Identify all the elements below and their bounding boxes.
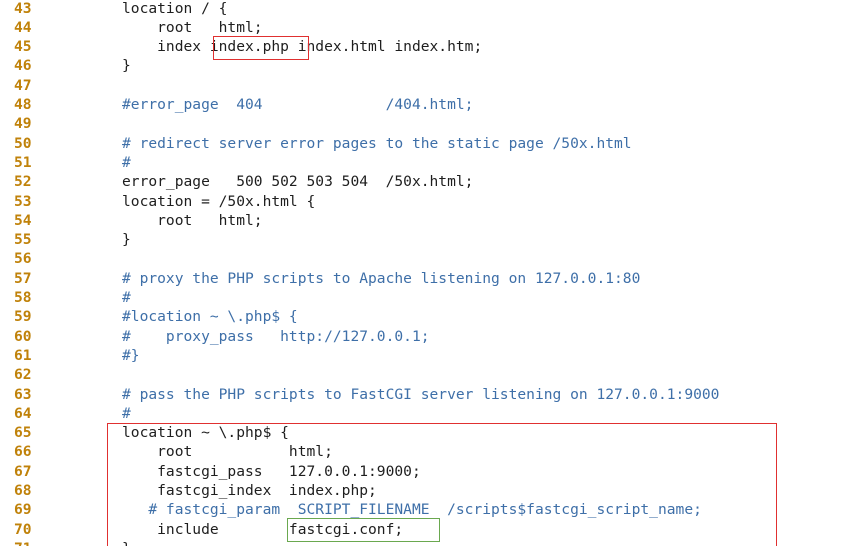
code-line: 69 # fastcgi_param SCRIPT_FILENAME /scri… [0,500,864,519]
line-number: 49 [14,115,32,133]
code-line: 49 [0,114,864,133]
code-text: root html; [122,443,333,461]
line-number: 64 [14,404,32,422]
line-number: 62 [14,366,32,384]
code-line: 65 location ~ \.php$ { [0,423,864,442]
line-number: 50 [14,134,32,152]
code-line: 45 index index.php index.html index.htm; [0,37,864,56]
code-text: location ~ \.php$ { [122,424,289,442]
code-text: include fastcgi.conf; [122,520,404,538]
code-comment: #} [122,346,140,364]
code-line: 43 location / { [0,0,864,18]
line-number: 45 [14,38,32,56]
code-line: 47 [0,76,864,95]
code-comment: #error_page 404 /404.html; [122,96,474,113]
code-line: 63 # pass the PHP scripts to FastCGI serv… [0,385,864,404]
code-line: 44 root html; [0,18,864,37]
line-number: 52 [14,173,32,191]
code-line: 61 #} [0,346,864,365]
code-comment: # proxy the PHP scripts to Apache listen… [122,269,641,287]
code-comment: # fastcgi_param SCRIPT_FILENAME /scripts… [122,501,702,519]
code-text: fastcgi_pass 127.0.0.1:9000; [122,462,421,480]
code-line: 67 fastcgi_pass 127.0.0.1:9000; [0,462,864,481]
code-text: error_page 500 502 503 504 /50x.html; [122,173,474,191]
code-line: 66 root html; [0,442,864,461]
code-comment: #location ~ \.php$ { [122,308,298,326]
line-number: 54 [14,211,32,229]
line-number: 56 [14,250,32,268]
code-comment: # [122,289,131,306]
line-number: 68 [14,482,32,499]
line-number: 63 [14,385,32,403]
code-line: 52 error_page 500 502 503 504 /50x.html; [0,172,864,191]
line-number: 46 [14,57,32,75]
line-number: 51 [14,153,32,171]
code-line: 58 # [0,288,864,307]
line-number: 67 [14,462,32,480]
line-number: 55 [14,231,32,249]
code-line: 48 #error_page 404 /404.html; [0,95,864,114]
code-editor[interactable]: 43 location / {44 root html; 45 index inde… [0,0,864,546]
code-line: 70 include fastcgi.conf; [0,520,864,539]
code-text: index index.php index.html index.htm; [122,38,483,56]
code-line: 46} [0,56,864,75]
code-comment: # pass the PHP scripts to FastCGI server… [122,385,720,403]
code-comment: # redirect server error pages to the sta… [122,134,632,152]
line-number: 60 [14,327,32,345]
code-line: 57 # proxy the PHP scripts to Apache list… [0,269,864,288]
code-line: 50 # redirect server error pages to the s… [0,134,864,153]
code-line: 56 [0,249,864,268]
code-comment: # proxy_pass http://127.0.0.1; [122,327,430,345]
line-number: 53 [14,192,32,210]
line-number: 59 [14,308,32,326]
code-line: 51 # [0,153,864,172]
code-line: 62 [0,365,864,384]
line-number: 66 [14,443,32,461]
code-line: 59 #location ~ \.php$ { [0,307,864,326]
line-number: 44 [14,18,32,36]
code-line: 54 root html; [0,211,864,230]
code-comment: # [122,153,131,171]
line-number: 57 [14,269,32,287]
code-text: } [122,231,131,249]
code-text: location / { [122,0,228,17]
code-line: 55} [0,230,864,249]
code-text: root html; [122,18,263,36]
code-text: root html; [122,211,263,229]
code-comment: # [122,404,131,422]
code-text: } [122,57,131,75]
code-line: 60 # proxy_pass http://127.0.0.1; [0,327,864,346]
code-line: 68 fastcgi_index index.php; [0,481,864,500]
code-line: 53 location = /50x.html { [0,192,864,211]
line-number: 69 [14,501,32,519]
line-number: 61 [14,346,32,364]
line-number: 47 [14,76,32,94]
line-number: 71 [14,539,54,546]
line-number: 48 [14,96,32,113]
code-line: 64 # [0,404,864,423]
line-number: 58 [14,289,32,306]
code-text: fastcgi_index index.php; [122,482,377,499]
line-number: 65 [14,424,32,442]
code-text: location = /50x.html { [122,192,316,210]
line-number: 43 [14,0,32,17]
code-line: 71} [0,539,864,546]
code-text: } [122,539,131,546]
line-number: 70 [14,520,32,538]
